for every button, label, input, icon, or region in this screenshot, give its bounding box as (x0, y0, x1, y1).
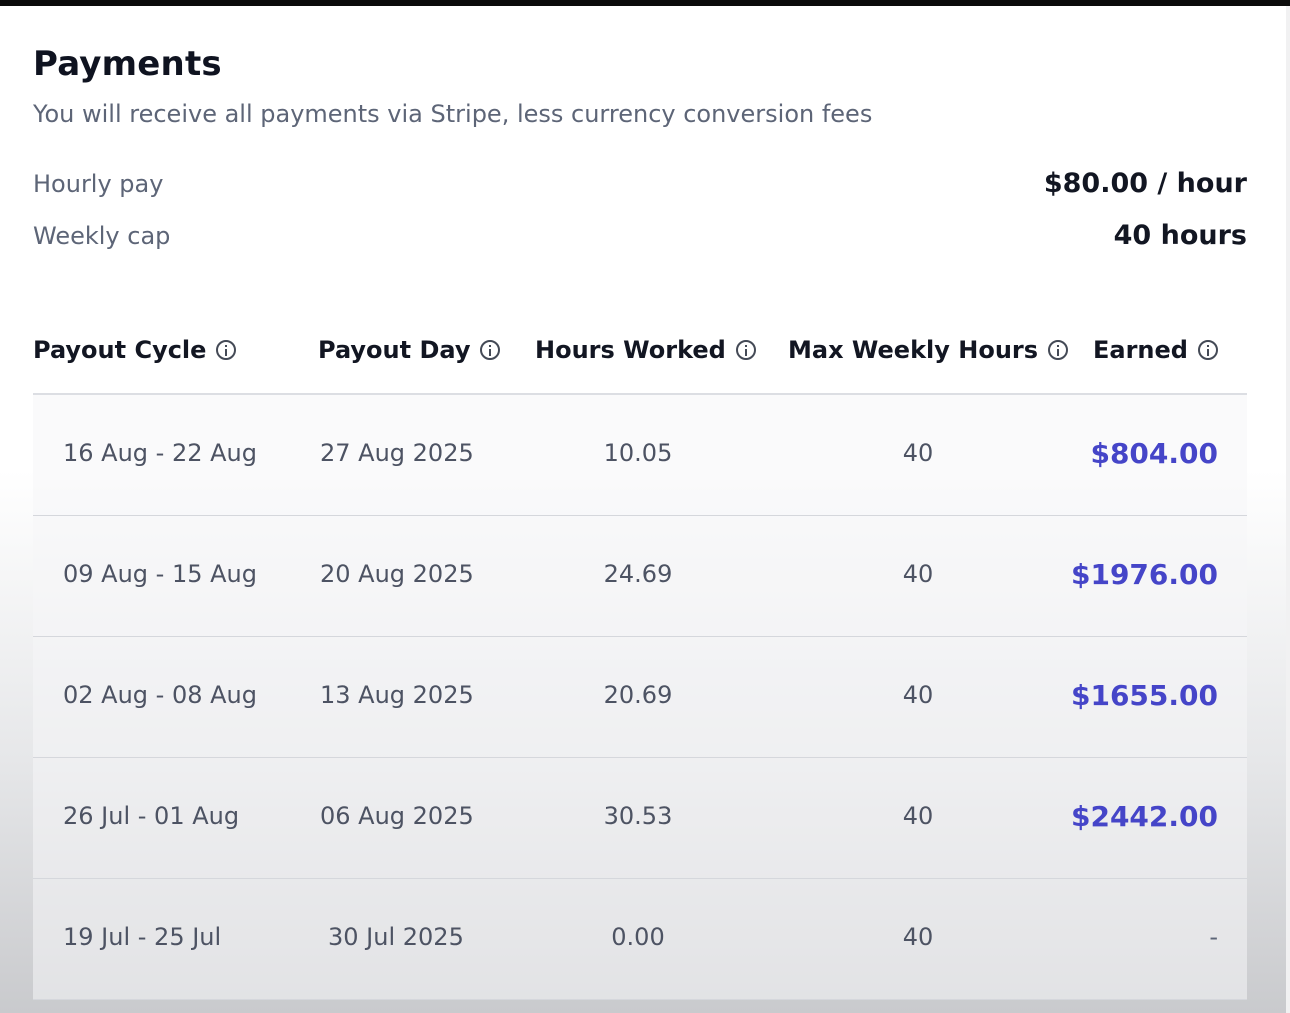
hourly-pay-label: Hourly pay (33, 170, 164, 198)
table-body: 16 Aug - 22 Aug 27 Aug 2025 10.05 40 $80… (33, 395, 1247, 1000)
table-row[interactable]: 16 Aug - 22 Aug 27 Aug 2025 10.05 40 $80… (33, 395, 1247, 516)
cell-hours-worked: 24.69 (603, 560, 673, 588)
info-circle-icon[interactable] (1048, 340, 1069, 360)
info-circle-icon[interactable] (1197, 340, 1218, 360)
cell-hours-worked: 30.53 (603, 802, 673, 830)
cell-hours-worked: 10.05 (603, 439, 673, 467)
cell-earned: $1976.00 (1070, 558, 1218, 591)
cell-payout-cycle: 19 Jul - 25 Jul (63, 923, 222, 951)
info-circle-icon[interactable] (735, 340, 756, 360)
cell-payout-day: 30 Jul 2025 (328, 923, 464, 951)
cell-payout-day: 27 Aug 2025 (320, 439, 474, 467)
cell-payout-day: 13 Aug 2025 (320, 681, 474, 709)
cell-earned: $2442.00 (1070, 800, 1218, 833)
cell-max-weekly-hours: 40 (902, 439, 934, 467)
cell-hours-worked: 20.69 (603, 681, 673, 709)
cell-earned: $1655.00 (1070, 679, 1218, 712)
header-payout-day: Payout Day (318, 336, 501, 364)
header-hours-worked: Hours Worked (535, 336, 756, 364)
weekly-cap-value: 40 hours (1113, 220, 1247, 251)
table-header: Payout Cycle Payout Day Hours Worked Max… (33, 324, 1247, 395)
header-earned: Earned (1093, 336, 1218, 364)
info-circle-icon[interactable] (480, 340, 501, 360)
cell-payout-cycle: 02 Aug - 08 Aug (63, 681, 257, 709)
cell-max-weekly-hours: 40 (902, 802, 934, 830)
cell-payout-day: 20 Aug 2025 (320, 560, 474, 588)
cell-payout-cycle: 16 Aug - 22 Aug (63, 439, 257, 467)
info-circle-icon[interactable] (216, 340, 237, 360)
table-row[interactable]: 26 Jul - 01 Aug 06 Aug 2025 30.53 40 $24… (33, 758, 1247, 879)
weekly-cap-row: Weekly cap 40 hours (33, 220, 1247, 262)
cell-payout-cycle: 26 Jul - 01 Aug (63, 802, 240, 830)
cell-max-weekly-hours: 40 (902, 560, 934, 588)
page-subtitle: You will receive all payments via Stripe… (33, 100, 873, 128)
hourly-pay-value: $80.00 / hour (1043, 168, 1247, 199)
weekly-cap-label: Weekly cap (33, 222, 171, 250)
header-payout-cycle: Payout Cycle (33, 336, 237, 364)
cell-payout-cycle: 09 Aug - 15 Aug (63, 560, 257, 588)
cell-payout-day: 06 Aug 2025 (320, 802, 474, 830)
scrollbar-track[interactable] (1286, 6, 1290, 1013)
cell-hours-worked: 0.00 (611, 923, 665, 951)
cell-earned: $804.00 (1090, 437, 1218, 470)
table-row[interactable]: 09 Aug - 15 Aug 20 Aug 2025 24.69 40 $19… (33, 516, 1247, 637)
page-title: Payments (33, 44, 222, 84)
hourly-pay-row: Hourly pay $80.00 / hour (33, 168, 1247, 210)
top-border (0, 0, 1290, 6)
header-max-weekly-hours: Max Weekly Hours (788, 336, 1069, 364)
cell-earned: - (1209, 923, 1218, 951)
cell-max-weekly-hours: 40 (902, 681, 934, 709)
table-row[interactable]: 19 Jul - 25 Jul 30 Jul 2025 0.00 40 - (33, 879, 1247, 1000)
cell-max-weekly-hours: 40 (902, 923, 934, 951)
payouts-table: Payout Cycle Payout Day Hours Worked Max… (33, 324, 1247, 1000)
table-row[interactable]: 02 Aug - 08 Aug 13 Aug 2025 20.69 40 $16… (33, 637, 1247, 758)
